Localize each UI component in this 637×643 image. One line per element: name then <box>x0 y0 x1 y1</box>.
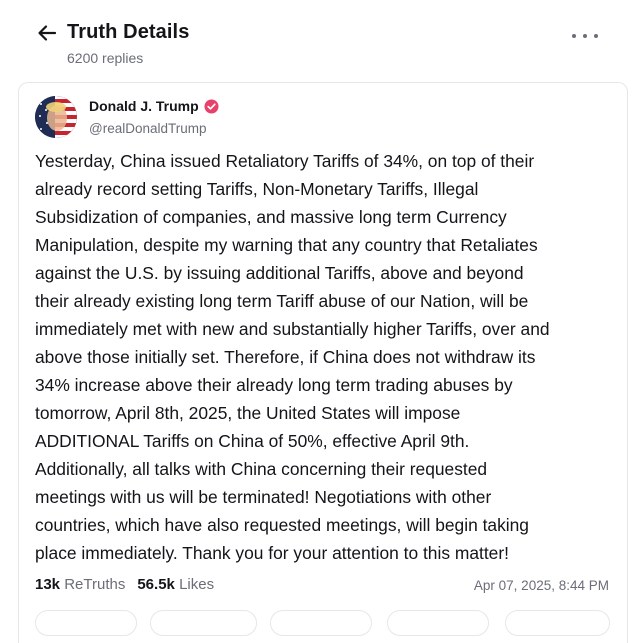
more-actions-button[interactable] <box>505 610 610 636</box>
post-body-text: Yesterday, China issued Retaliatory Tari… <box>35 151 550 563</box>
author-handle[interactable]: @realDonaldTrump <box>89 121 207 136</box>
share-button[interactable] <box>387 610 489 636</box>
likes-stat[interactable]: 56.5k Likes <box>137 576 214 593</box>
more-options-icon[interactable] <box>572 26 598 46</box>
retruths-stat[interactable]: 13k ReTruths <box>35 576 125 593</box>
back-arrow-icon[interactable] <box>36 22 58 44</box>
author-name-row[interactable]: Donald J. Trump <box>89 98 219 114</box>
action-bar <box>35 610 610 636</box>
reply-count: 6200 replies <box>67 50 144 66</box>
verified-badge-icon <box>204 99 219 114</box>
author-name[interactable]: Donald J. Trump <box>89 98 199 114</box>
page-header: Truth Details 6200 replies <box>0 0 637 80</box>
retruth-button[interactable] <box>150 610 257 636</box>
reply-button[interactable] <box>35 610 137 636</box>
retruths-label: ReTruths <box>64 576 126 593</box>
retruths-count: 13k <box>35 576 61 593</box>
likes-count: 56.5k <box>137 576 175 593</box>
avatar[interactable] <box>35 96 77 138</box>
like-button[interactable] <box>270 610 372 636</box>
page-title: Truth Details <box>67 21 190 43</box>
post-stats: 13k ReTruths 56.5k Likes <box>35 576 214 593</box>
post-timestamp: Apr 07, 2025, 8:44 PM <box>473 578 609 593</box>
likes-label: Likes <box>179 576 215 593</box>
